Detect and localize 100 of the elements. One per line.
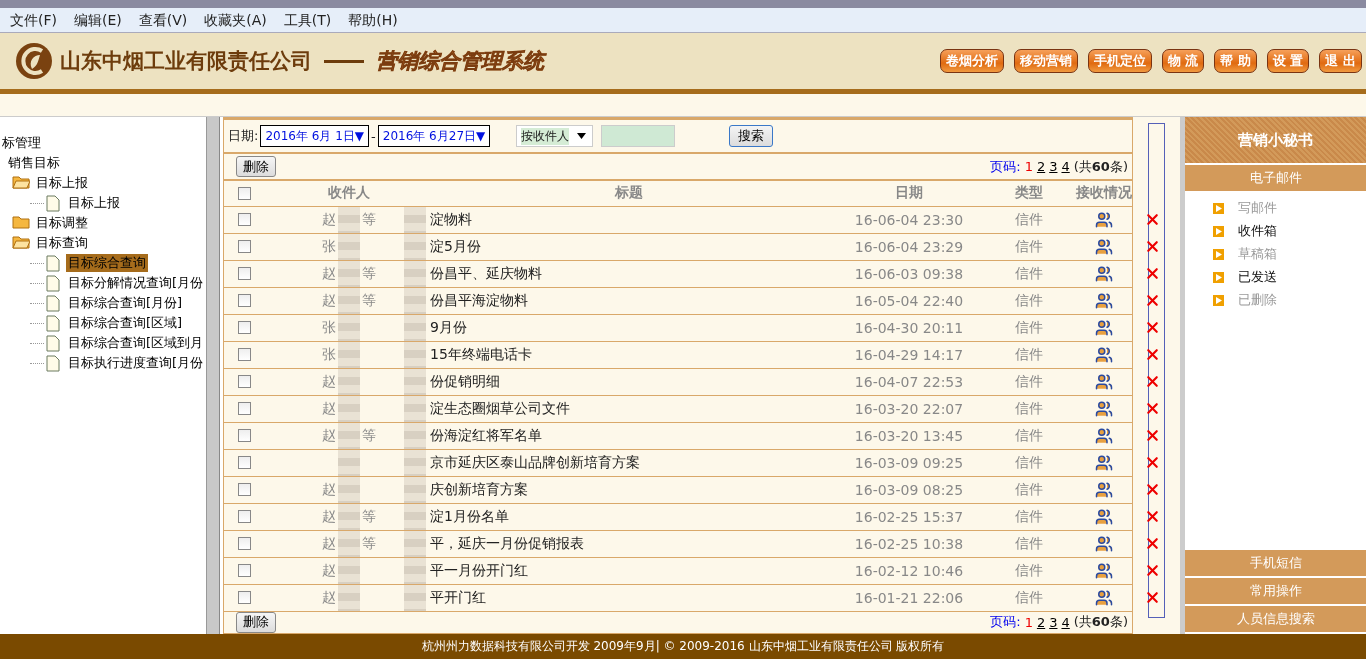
tree-item[interactable]: 目标综合查询[区域] — [66, 314, 185, 332]
page-link[interactable]: 4 — [1061, 159, 1070, 175]
title-cell[interactable]: 平一月份开门红 — [430, 561, 528, 580]
users-icon[interactable] — [1095, 453, 1113, 472]
users-icon[interactable] — [1095, 480, 1113, 499]
delete-icon[interactable] — [1144, 508, 1161, 525]
title-cell[interactable]: 庆创新培育方案 — [430, 480, 528, 499]
page-link[interactable]: 2 — [1036, 159, 1046, 175]
title-cell[interactable]: 份昌平、延庆物料 — [430, 264, 542, 283]
delete-icon[interactable] — [1144, 346, 1161, 363]
menu-item[interactable]: 收藏夹(A) — [204, 10, 276, 30]
delete-icon[interactable] — [1144, 454, 1161, 471]
title-cell[interactable]: 淀1月份名单 — [430, 507, 509, 526]
users-icon[interactable] — [1095, 426, 1113, 445]
row-checkbox[interactable] — [237, 537, 251, 550]
delete-icon[interactable] — [1144, 211, 1161, 228]
users-icon[interactable] — [1095, 588, 1113, 607]
row-checkbox[interactable] — [237, 483, 251, 496]
delete-icon[interactable] — [1144, 535, 1161, 552]
page-link[interactable]: 4 — [1061, 614, 1070, 630]
menu-item[interactable]: 工具(T) — [283, 10, 341, 30]
users-icon[interactable] — [1095, 345, 1113, 364]
search-button[interactable]: 搜索 — [729, 125, 774, 148]
users-icon[interactable] — [1095, 372, 1113, 391]
tree-item[interactable]: 目标综合查询 — [66, 254, 148, 272]
page-link[interactable]: 3 — [1049, 614, 1058, 630]
mail-link[interactable]: 已发送 — [1213, 268, 1366, 286]
users-icon[interactable] — [1095, 318, 1113, 337]
row-checkbox[interactable] — [237, 240, 251, 253]
search-type-select[interactable]: 按收件人 — [516, 125, 594, 148]
delete-icon[interactable] — [1144, 589, 1161, 606]
row-checkbox[interactable] — [237, 375, 251, 388]
row-checkbox[interactable] — [237, 591, 251, 604]
tree-item[interactable]: 目标分解情况查询[月份 — [66, 274, 206, 292]
date-to-field[interactable]: 2016年 6月27日▼ — [377, 125, 491, 148]
title-cell[interactable]: 份海淀红将军名单 — [430, 426, 542, 445]
menu-item[interactable]: 帮助(H) — [348, 10, 407, 30]
users-icon[interactable] — [1095, 561, 1113, 580]
delete-icon[interactable] — [1144, 238, 1161, 255]
tree-item[interactable]: 目标上报 — [34, 174, 90, 192]
users-icon[interactable] — [1095, 507, 1113, 526]
date-from-field[interactable]: 2016年 6月 1日▼ — [260, 125, 370, 148]
title-cell[interactable]: 京市延庆区泰山品牌创新培育方案 — [430, 453, 640, 472]
title-cell[interactable]: 15年终端电话卡 — [430, 345, 532, 364]
delete-icon[interactable] — [1144, 373, 1161, 390]
delete-button[interactable]: 删除 — [236, 611, 276, 633]
users-icon[interactable] — [1095, 399, 1113, 418]
tree-item[interactable]: 目标查询 — [34, 234, 90, 252]
delete-icon[interactable] — [1144, 562, 1161, 579]
tree-item[interactable]: 目标综合查询[区域到月 — [66, 334, 206, 352]
tree-item[interactable]: 目标综合查询[月份] — [66, 294, 185, 312]
page-link[interactable]: 1 — [1024, 159, 1033, 175]
title-cell[interactable]: 淀生态圈烟草公司文件 — [430, 399, 570, 418]
row-checkbox[interactable] — [237, 294, 251, 307]
tree-item[interactable]: 标管理 — [0, 134, 43, 152]
users-icon[interactable] — [1095, 291, 1113, 310]
menu-item[interactable]: 文件(F) — [10, 10, 66, 30]
delete-icon[interactable] — [1144, 319, 1161, 336]
mail-link[interactable]: 收件箱 — [1213, 222, 1366, 240]
row-checkbox[interactable] — [237, 321, 251, 334]
delete-icon[interactable] — [1144, 481, 1161, 498]
select-all-checkbox[interactable] — [237, 186, 251, 200]
users-icon[interactable] — [1095, 264, 1113, 283]
tree-item[interactable]: 目标执行进度查询[月份 — [66, 354, 206, 372]
search-field[interactable] — [601, 125, 676, 148]
title-cell[interactable]: 9月份 — [430, 318, 467, 337]
date-cell-text: 16-04-29 14:17 — [853, 346, 965, 363]
redaction-mark — [338, 557, 360, 584]
users-icon[interactable] — [1095, 210, 1113, 229]
row-checkbox[interactable] — [237, 267, 251, 280]
title-cell[interactable]: 淀5月份 — [430, 237, 481, 256]
users-icon[interactable] — [1095, 237, 1113, 256]
row-checkbox[interactable] — [237, 348, 251, 361]
title-cell[interactable]: 淀物料 — [430, 210, 472, 229]
page-link[interactable]: 3 — [1049, 159, 1058, 175]
date-cell-text: 16-02-25 10:38 — [853, 535, 965, 552]
page-link[interactable]: 1 — [1024, 614, 1033, 630]
scroll-track[interactable] — [1148, 123, 1165, 618]
delete-icon[interactable] — [1144, 427, 1161, 444]
menu-item[interactable]: 查看(V) — [138, 10, 197, 30]
row-checkbox[interactable] — [237, 213, 251, 226]
row-checkbox[interactable] — [237, 564, 251, 577]
delete-icon[interactable] — [1144, 400, 1161, 417]
title-cell[interactable]: 份昌平海淀物料 — [430, 291, 528, 310]
tree-item[interactable]: 目标上报 — [66, 194, 122, 212]
title-cell[interactable]: 平开门红 — [430, 588, 486, 607]
delete-button[interactable]: 删除 — [236, 156, 276, 178]
tree-item[interactable]: 目标调整 — [34, 214, 90, 232]
tree-item[interactable]: 销售目标 — [6, 154, 62, 172]
page-link[interactable]: 2 — [1036, 614, 1046, 630]
title-cell[interactable]: 份促销明细 — [430, 372, 500, 391]
title-cell[interactable]: 平，延庆一月份促销报表 — [430, 534, 584, 553]
delete-icon[interactable] — [1144, 265, 1161, 282]
row-checkbox[interactable] — [237, 510, 251, 523]
delete-icon[interactable] — [1144, 292, 1161, 309]
row-checkbox[interactable] — [237, 429, 251, 442]
menu-item[interactable]: 编辑(E) — [74, 10, 131, 30]
users-icon[interactable] — [1095, 534, 1113, 553]
row-checkbox[interactable] — [237, 402, 251, 415]
row-checkbox[interactable] — [237, 456, 251, 469]
